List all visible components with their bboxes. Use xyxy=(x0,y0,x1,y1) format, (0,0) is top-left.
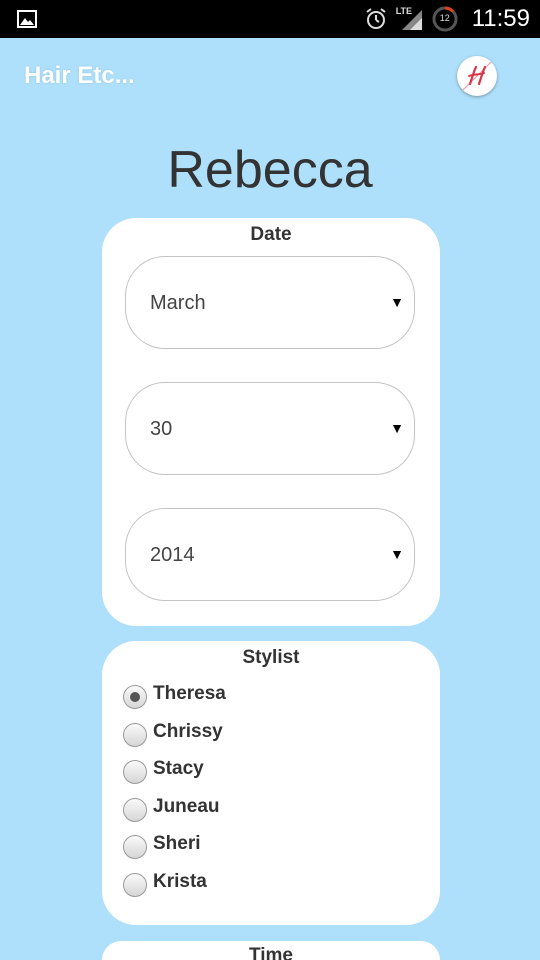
day-select[interactable]: 30 ▼ xyxy=(125,382,415,475)
time-card: Time xyxy=(102,941,440,960)
stylist-option-stacy[interactable]: Stacy xyxy=(123,754,204,784)
radio-button[interactable] xyxy=(123,760,147,784)
stylist-label: Krista xyxy=(153,871,207,892)
radio-button[interactable] xyxy=(123,873,147,897)
battery-icon: 12 xyxy=(432,6,458,32)
month-select[interactable]: March ▼ xyxy=(125,256,415,349)
stylist-label: Juneau xyxy=(153,796,220,817)
day-value: 30 xyxy=(150,418,173,440)
month-value: March xyxy=(150,292,206,314)
stylist-label: Chrissy xyxy=(153,721,223,742)
date-card: Date March ▼ 30 ▼ 2014 ▼ xyxy=(102,218,440,626)
app-title: Hair Etc... xyxy=(24,62,135,89)
dropdown-arrow-icon: ▼ xyxy=(390,546,404,562)
stylist-option-chrissy[interactable]: Chrissy xyxy=(123,717,223,747)
radio-button[interactable] xyxy=(123,723,147,747)
date-title: Date xyxy=(250,224,292,245)
stylist-title: Stylist xyxy=(242,647,300,668)
stylist-label: Theresa xyxy=(153,683,226,704)
stylist-option-sheri[interactable]: Sheri xyxy=(123,829,201,859)
year-select[interactable]: 2014 ▼ xyxy=(125,508,415,601)
time-title: Time xyxy=(248,945,293,960)
stylist-option-juneau[interactable]: Juneau xyxy=(123,792,220,822)
year-value: 2014 xyxy=(150,544,195,566)
clock: 11:59 xyxy=(471,5,530,32)
radio-button[interactable] xyxy=(123,798,147,822)
stylist-card: Stylist Theresa Chrissy Stacy Juneau She… xyxy=(102,641,440,925)
stylist-option-krista[interactable]: Krista xyxy=(123,867,207,897)
image-notification-icon xyxy=(17,10,37,28)
alarm-icon xyxy=(366,8,386,29)
stylist-option-theresa[interactable]: Theresa xyxy=(123,679,226,709)
signal-icon: LTE xyxy=(396,6,424,32)
radio-button[interactable] xyxy=(123,835,147,859)
radio-button-checked[interactable] xyxy=(123,685,147,709)
stylist-label: Stacy xyxy=(153,758,204,779)
stylist-label: Sheri xyxy=(153,833,201,854)
logo-icon xyxy=(462,61,492,91)
app-logo[interactable] xyxy=(457,56,497,96)
dropdown-arrow-icon: ▼ xyxy=(390,294,404,310)
dropdown-arrow-icon: ▼ xyxy=(390,420,404,436)
status-bar: LTE 12 11:59 xyxy=(0,0,540,38)
client-name-heading: Rebecca xyxy=(167,141,373,199)
